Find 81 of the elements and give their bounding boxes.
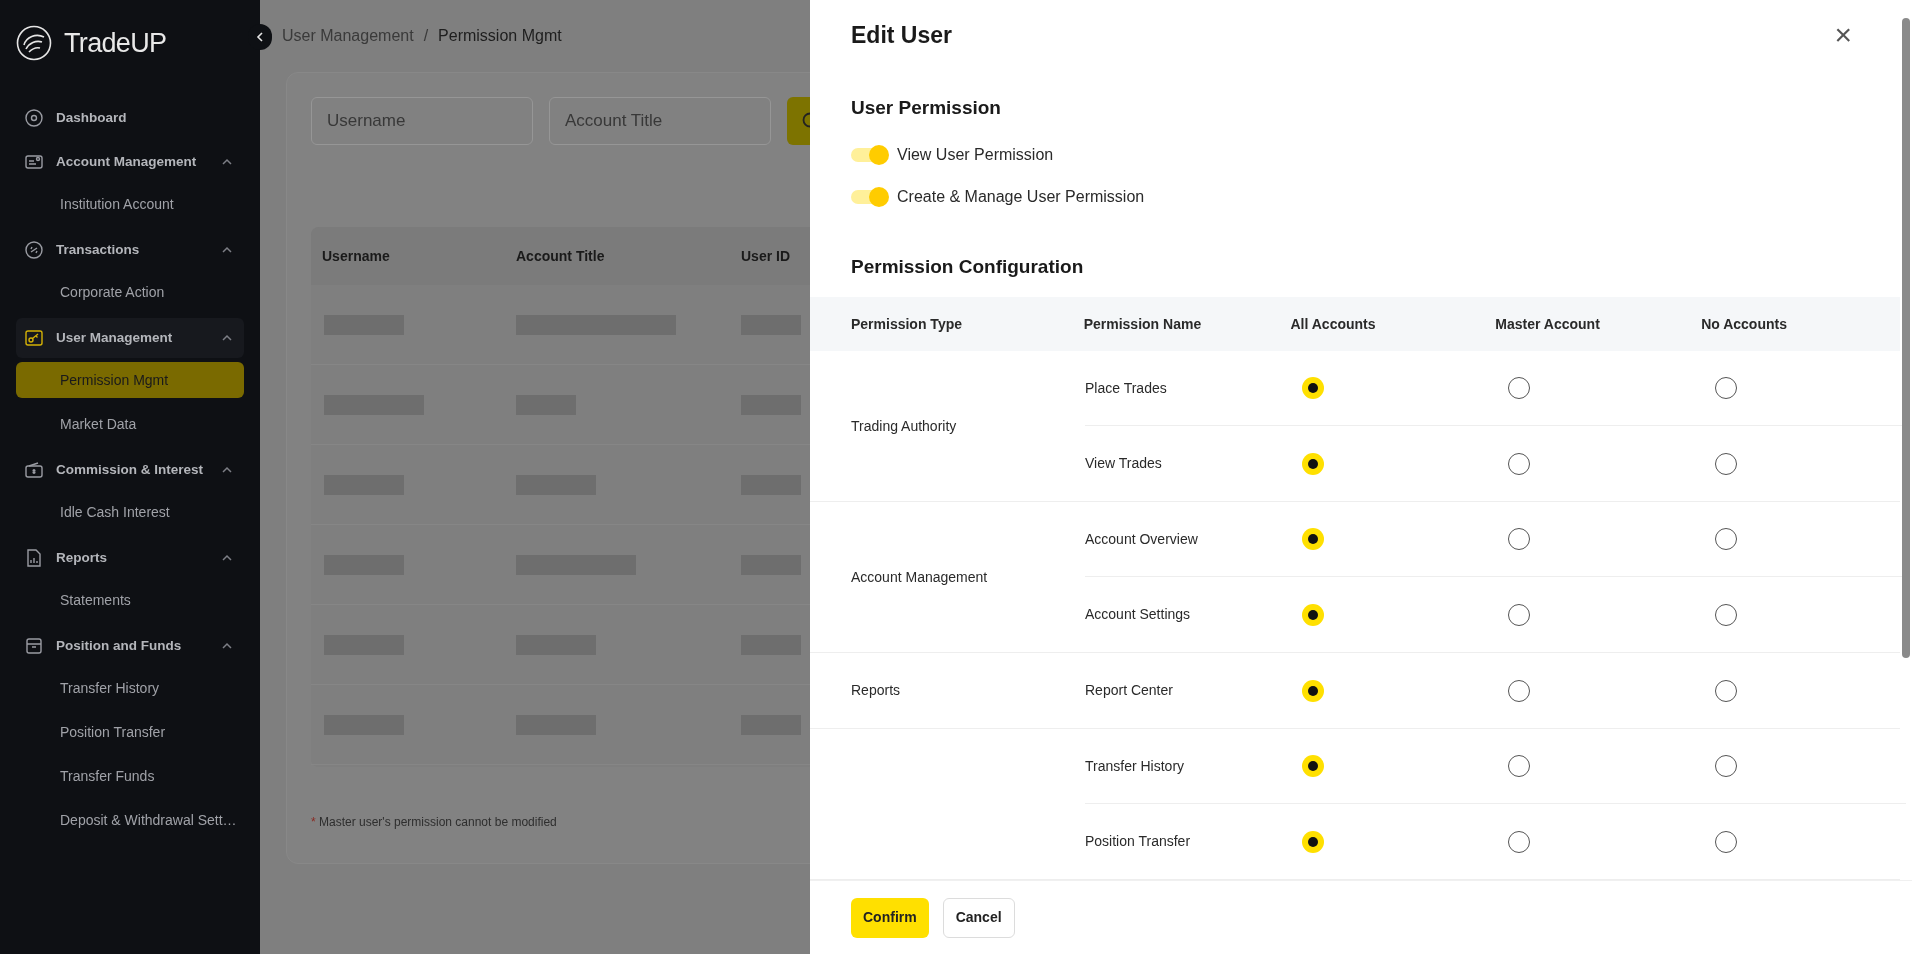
search-field[interactable]: Username: [311, 97, 533, 145]
column-header: Username: [321, 246, 391, 266]
nav-subitem[interactable]: Position Transfer: [16, 714, 244, 750]
nav-icon: [24, 548, 44, 568]
toggle-label: Create & Manage User Permission: [897, 186, 1145, 207]
nav-subitem[interactable]: Corporate Action: [16, 274, 244, 310]
breadcrumb-item: /: [423, 26, 429, 46]
nav-icon: [24, 636, 44, 656]
cancel-button[interactable]: Cancel: [942, 897, 1015, 938]
close-button[interactable]: ×: [1834, 20, 1852, 50]
radio-button[interactable]: [1302, 830, 1324, 853]
radio-button[interactable]: [1715, 830, 1737, 853]
nav-item[interactable]: Transactions: [16, 230, 244, 270]
permission-type: Reports: [851, 681, 901, 700]
nav-subitem[interactable]: Market Data: [16, 406, 244, 442]
search-field[interactable]: Account Title: [549, 97, 771, 145]
nav-icon: [24, 108, 44, 128]
nav-item[interactable]: User Management: [16, 318, 244, 358]
scrollbar[interactable]: [1902, 18, 1910, 658]
nav-subitem[interactable]: Transfer Funds: [16, 758, 244, 794]
radio-button[interactable]: [1302, 755, 1324, 777]
column-header: Permission Name: [1083, 314, 1203, 334]
toggle-switch[interactable]: [851, 144, 889, 165]
section-title: Permission Configuration: [850, 254, 1085, 279]
column-header: Account Title: [516, 246, 606, 266]
confirm-button[interactable]: Confirm: [851, 897, 929, 938]
radio-button[interactable]: [1508, 679, 1530, 702]
radio-button[interactable]: [1508, 528, 1530, 550]
permission-type: Trading Authority: [851, 416, 957, 436]
permission-name: View Trades: [1085, 454, 1163, 473]
radio-button[interactable]: [1715, 377, 1737, 399]
radio-button[interactable]: [1302, 377, 1324, 399]
nav-item[interactable]: Position and Funds: [16, 626, 244, 666]
radio-button[interactable]: [1508, 603, 1530, 626]
toggle-label: View User Permission: [897, 144, 1054, 165]
radio-button[interactable]: [1302, 452, 1324, 475]
permission-name: Account Overview: [1085, 529, 1199, 549]
nav-item[interactable]: Account Management: [16, 142, 244, 182]
radio-button[interactable]: [1508, 755, 1530, 777]
breadcrumb-item: Permission Mgmt: [438, 26, 562, 46]
permission-name: Place Trades: [1085, 378, 1168, 398]
radio-button[interactable]: [1302, 603, 1324, 626]
nav-icon: [24, 328, 44, 348]
permission-name: Report Center: [1085, 681, 1174, 700]
drawer-title: Edit User: [851, 20, 952, 50]
nav-subitem[interactable]: Statements: [16, 582, 244, 618]
radio-button[interactable]: [1508, 830, 1530, 853]
column-header: User ID: [741, 246, 792, 266]
radio-button[interactable]: [1715, 528, 1737, 550]
nav-icon: [24, 460, 44, 480]
radio-button[interactable]: [1508, 452, 1530, 475]
radio-button[interactable]: [1715, 679, 1737, 702]
chevron-left-icon: [254, 31, 266, 43]
column-header: No Accounts: [1701, 314, 1788, 334]
logo-text: TradeUP: [64, 26, 167, 60]
radio-button[interactable]: [1508, 377, 1530, 399]
nav-item[interactable]: Commission & Interest: [16, 450, 244, 490]
permission-name: Account Settings: [1085, 605, 1192, 624]
logo-icon: [16, 25, 52, 61]
radio-button[interactable]: [1302, 528, 1324, 550]
nav-subitem[interactable]: Institution Account: [16, 186, 244, 222]
column-header: Permission Type: [851, 314, 963, 334]
toggle-switch[interactable]: [851, 186, 889, 207]
radio-button[interactable]: [1715, 452, 1737, 475]
section-title: User Permission: [850, 96, 1002, 121]
column-header: Master Account: [1495, 314, 1601, 334]
nav-subitem[interactable]: Deposit & Withdrawal Sett…: [16, 802, 244, 838]
nav-icon: [24, 240, 44, 260]
radio-button[interactable]: [1715, 755, 1737, 777]
nav-subitem[interactable]: Idle Cash Interest: [16, 494, 244, 530]
column-header: All Accounts: [1290, 314, 1377, 334]
nav-item[interactable]: Reports: [16, 538, 244, 578]
nav-subitem[interactable]: Transfer History: [16, 670, 244, 706]
nav-icon: [24, 152, 44, 172]
radio-button[interactable]: [1302, 679, 1324, 702]
nav-item[interactable]: Dashboard: [16, 98, 244, 138]
permission-name: Transfer History: [1085, 756, 1186, 776]
radio-button[interactable]: [1715, 603, 1737, 626]
permission-type: Account Management: [851, 567, 988, 587]
permission-name: Position Transfer: [1085, 832, 1192, 851]
footnote: * Master user's permission cannot be modified: [311, 814, 558, 831]
